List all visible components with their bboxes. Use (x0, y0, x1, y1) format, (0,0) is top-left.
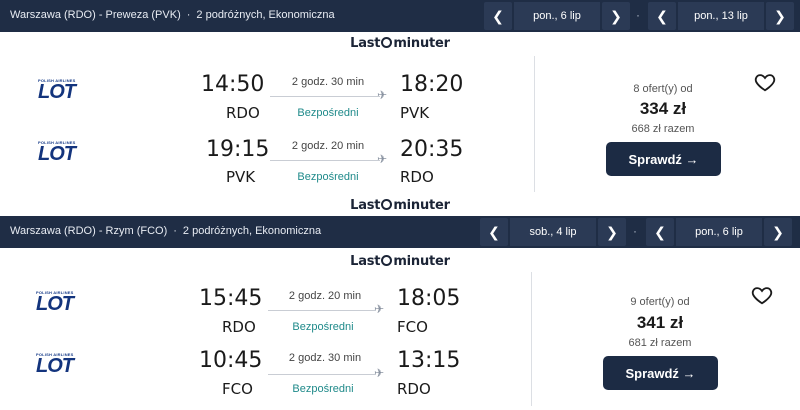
return-date[interactable]: pon., 6 lip (676, 218, 762, 246)
route-line (268, 374, 376, 375)
outbound-next-date-button[interactable]: ❯ (602, 2, 630, 30)
clock-icon (381, 37, 393, 48)
provider-logo: Last minuter (340, 254, 460, 269)
stops-label: Bezpośredni (297, 107, 359, 119)
offers-count: 8 ofert(y) od (633, 83, 693, 95)
chevron-left-icon: ❮ (654, 223, 666, 240)
flight-duration: 2 godz. 20 min (291, 140, 365, 152)
stops-label: Bezpośredni (292, 383, 354, 395)
route-summary: Warszawa (RDO) - Rzym (FCO) · 2 podróżnych… (10, 225, 321, 237)
departure-airport: FCO (222, 380, 253, 398)
flight-duration: 2 godz. 20 min (288, 290, 362, 302)
logo-text-right: minuter (393, 198, 450, 213)
logo-text-right: minuter (393, 36, 450, 51)
price: 334 zł (639, 99, 687, 118)
arrival-airport: PVK (400, 104, 430, 122)
provider-logo: Last minuter (340, 198, 460, 213)
flight-result-card[interactable]: POLISH AIRLINES LOT 15:45 RDO 2 godz. 20… (0, 270, 800, 410)
airplane-icon: ✈ (377, 152, 388, 166)
flight-duration: 2 godz. 30 min (291, 76, 365, 88)
chevron-right-icon: ❯ (772, 223, 784, 240)
search-summary-bar: Warszawa (RDO) - Preweza (PVK) · 2 podróżn… (0, 0, 800, 32)
logo-text-left: Last (350, 254, 381, 269)
chevron-right-icon: ❯ (610, 7, 622, 24)
airline-logo: POLISH AIRLINES LOT (36, 352, 96, 380)
route-line (270, 160, 380, 161)
check-offer-button[interactable]: Sprawdź → (606, 142, 721, 176)
stops-label: Bezpośredni (292, 321, 354, 333)
card-divider (534, 56, 535, 192)
airplane-icon: ✈ (374, 366, 385, 380)
airline-name: LOT (36, 293, 74, 315)
heart-outline-icon[interactable] (754, 71, 776, 93)
route-text: Warszawa (RDO) - Rzym (FCO) (10, 225, 168, 237)
departure-airport: PVK (226, 168, 256, 186)
arrival-airport: RDO (397, 380, 431, 398)
total-price: 668 zł razem (631, 123, 695, 135)
airplane-icon: ✈ (374, 302, 385, 316)
outbound-prev-date-button[interactable]: ❮ (480, 218, 508, 246)
departure-time: 15:45 (199, 286, 263, 311)
clock-icon (381, 199, 393, 210)
route-line (268, 310, 376, 311)
total-price: 681 zł razem (628, 337, 692, 349)
arrival-time: 13:15 (397, 348, 461, 373)
airline-name: LOT (36, 355, 74, 377)
airline-name: LOT (38, 81, 76, 103)
chevron-left-icon: ❮ (492, 7, 504, 24)
airline-logo: POLISH AIRLINES LOT (38, 78, 98, 106)
chevron-right-icon: ❯ (774, 7, 786, 24)
outbound-prev-date-button[interactable]: ❮ (484, 2, 512, 30)
stops-label: Bezpośredni (297, 171, 359, 183)
arrival-time: 18:20 (400, 72, 464, 97)
outbound-next-date-button[interactable]: ❯ (598, 218, 626, 246)
departure-airport: RDO (226, 104, 260, 122)
card-divider (531, 272, 532, 406)
separator-dot: · (173, 225, 177, 237)
return-prev-date-button[interactable]: ❮ (648, 2, 676, 30)
logo-text-left: Last (350, 198, 381, 213)
arrival-time: 20:35 (400, 137, 464, 162)
date-separator: · (636, 8, 640, 22)
route-summary: Warszawa (RDO) - Preweza (PVK) · 2 podróżn… (10, 9, 335, 21)
airline-logo: POLISH AIRLINES LOT (38, 140, 98, 168)
return-date[interactable]: pon., 13 lip (678, 2, 764, 30)
airplane-icon: ✈ (377, 88, 388, 102)
logo-text-left: Last (350, 36, 381, 51)
heart-outline-icon[interactable] (751, 284, 773, 306)
airline-name: LOT (38, 143, 76, 165)
chevron-left-icon: ❮ (656, 7, 668, 24)
chevron-right-icon: ❯ (606, 223, 618, 240)
return-prev-date-button[interactable]: ❮ (646, 218, 674, 246)
separator-dot: · (186, 9, 191, 21)
departure-time: 10:45 (199, 348, 263, 373)
clock-icon (381, 255, 393, 266)
arrival-airport: FCO (397, 318, 428, 336)
flight-duration: 2 godz. 30 min (288, 352, 362, 364)
route-line (270, 96, 380, 97)
passengers-text: 2 podróżnych, Ekonomiczna (182, 225, 322, 237)
arrival-airport: RDO (400, 168, 434, 186)
outbound-date[interactable]: pon., 6 lip (514, 2, 600, 30)
flight-result-card[interactable]: POLISH AIRLINES LOT 14:50 RDO 2 godz. 30… (0, 54, 800, 200)
provider-logo: Last minuter (340, 36, 460, 51)
chevron-left-icon: ❮ (488, 223, 500, 240)
return-next-date-button[interactable]: ❯ (766, 2, 794, 30)
route-text: Warszawa (RDO) - Preweza (PVK) (10, 9, 181, 21)
check-offer-button[interactable]: Sprawdź → (603, 356, 718, 390)
return-next-date-button[interactable]: ❯ (764, 218, 792, 246)
passengers-text: 2 podróżnych, Ekonomiczna (196, 9, 335, 21)
offers-count: 9 ofert(y) od (630, 296, 690, 308)
arrival-time: 18:05 (397, 286, 461, 311)
departure-time: 14:50 (201, 72, 265, 97)
departure-time: 19:15 (206, 137, 270, 162)
airline-logo: POLISH AIRLINES LOT (36, 290, 96, 318)
logo-text-right: minuter (393, 254, 450, 269)
price: 341 zł (636, 313, 684, 332)
outbound-date[interactable]: sob., 4 lip (510, 218, 596, 246)
search-summary-bar: Warszawa (RDO) - Rzym (FCO) · 2 podróżnych… (0, 216, 800, 248)
departure-airport: RDO (222, 318, 256, 336)
date-separator: · (633, 224, 637, 238)
